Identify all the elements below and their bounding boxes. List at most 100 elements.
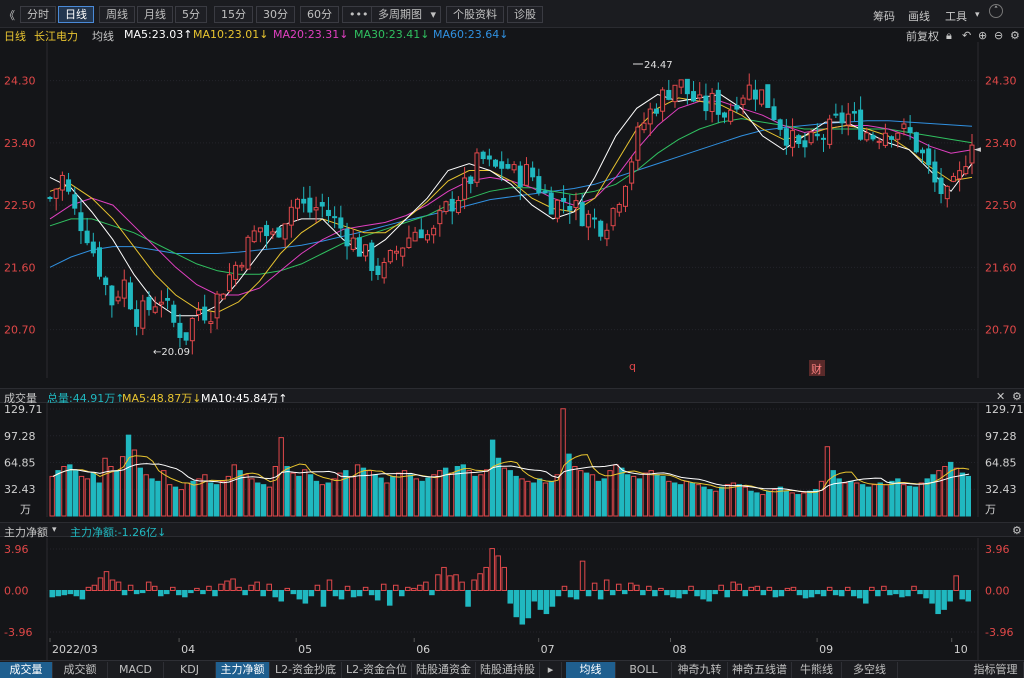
period-tab-15min[interactable]: 15分 — [214, 6, 253, 23]
volume-bar — [489, 439, 496, 517]
tab-macd[interactable]: MACD — [108, 662, 164, 678]
candle-body — [913, 132, 919, 153]
candle-body — [561, 198, 567, 202]
tab-boll[interactable]: BOLL — [616, 662, 672, 678]
candle-body — [196, 309, 202, 316]
period-tab-monthly[interactable]: 月线 — [137, 6, 173, 23]
tab-magic-five[interactable]: 神奇五线谱 — [728, 662, 792, 678]
volume-chart[interactable]: 129.71 129.71 97.28 97.28 64.85 64.85 32.43 32.… — [0, 403, 1024, 521]
volume-bar — [313, 480, 320, 517]
flow-bar — [79, 590, 86, 600]
flow-bar — [857, 590, 863, 599]
flow-bar — [212, 590, 218, 597]
main-flow-chart[interactable]: 3.96 3.96 0.00 0.00 -3.96 -3.96 2022/03 04 05 06… — [0, 538, 1024, 660]
tab-main-flow[interactable]: 主力净额 — [216, 662, 270, 678]
tab-hk-holding[interactable]: 陆股通持股 — [476, 662, 540, 678]
candle-body — [152, 306, 158, 313]
settings-icon[interactable]: ⚙ — [1010, 29, 1020, 42]
period-tab-60min[interactable]: 60分 — [300, 6, 339, 23]
flow-bar — [796, 590, 803, 596]
flow-bar — [772, 590, 779, 598]
candle-body — [233, 264, 239, 280]
candle-body — [424, 234, 430, 241]
flow-bar — [157, 590, 164, 597]
candle-body — [851, 111, 857, 114]
tab-volume[interactable]: 成交量 — [0, 662, 53, 678]
period-tab-daily[interactable]: 日线 — [58, 6, 94, 23]
price-tick-left: 21.60 — [4, 261, 36, 274]
flow-bar — [567, 590, 574, 598]
tabs-scroll-right-icon[interactable]: ▸ — [540, 662, 562, 678]
candle-body — [387, 250, 393, 263]
flow-bar — [507, 590, 514, 604]
candle-body — [282, 223, 288, 240]
candle-body — [84, 230, 90, 244]
candle-body — [938, 177, 944, 195]
flow-bar — [513, 590, 520, 618]
tab-indicator-manage[interactable]: 指标管理 — [968, 662, 1024, 678]
flow-chevron-icon[interactable]: ▾ — [52, 525, 57, 535]
candle-body — [462, 177, 468, 200]
tab-magic-nine[interactable]: 神奇九转 — [672, 662, 728, 678]
flow-bar — [188, 590, 194, 594]
candle-body — [505, 164, 511, 169]
candle-body — [288, 206, 294, 226]
x-tick-label: 07 — [541, 643, 555, 656]
candle-body — [455, 200, 461, 213]
volume-tick-left: 129.71 — [4, 403, 43, 416]
volume-bar — [748, 490, 754, 517]
ma10-value: MA10:23.01↓ — [193, 28, 269, 41]
volume-bar — [548, 480, 555, 517]
flow-bar — [760, 590, 767, 596]
lock-icon[interactable]: 🔒︎ — [946, 29, 952, 43]
volume-tick-left: 64.85 — [4, 457, 36, 470]
candle-body — [276, 227, 282, 238]
gear-icon[interactable]: ⚙ — [1012, 390, 1022, 403]
candle-body — [165, 297, 171, 301]
zoom-in-icon[interactable]: ⊕ — [978, 29, 987, 42]
toggle-up-icon[interactable]: ˄ — [989, 4, 1003, 18]
undo-icon[interactable]: ↶ — [962, 29, 971, 42]
tab-bull-bear[interactable]: 牛熊线 — [792, 662, 842, 678]
volume-bar — [531, 482, 537, 517]
volume-bar — [754, 492, 760, 517]
tab-l2-bottom[interactable]: L2-资金抄底 — [270, 662, 342, 678]
price-chart-bg — [0, 42, 1024, 388]
collapse-icon[interactable]: 《 — [4, 7, 15, 23]
flow-bar — [290, 590, 297, 595]
tab-hk-flow[interactable]: 陆股通资金 — [412, 662, 476, 678]
price-chart[interactable]: 24.30 24.30 23.40 23.40 22.50 22.50 21.60 21.60… — [0, 42, 1024, 388]
candle-body — [734, 104, 740, 110]
candle-body — [214, 293, 220, 319]
volume-tick-right: 129.71 — [985, 403, 1024, 416]
period-tab-intraday[interactable]: 分时 — [20, 6, 56, 23]
flow-bar — [429, 590, 435, 596]
chips-button[interactable]: 筹码 — [873, 8, 895, 24]
flow-bar — [573, 590, 580, 600]
volume-bar — [660, 475, 666, 517]
tab-l2-position[interactable]: L2-资金合位 — [342, 662, 412, 678]
tab-kdj[interactable]: KDJ — [164, 662, 216, 678]
flow-bar — [838, 590, 845, 597]
candle-body — [802, 140, 808, 148]
stock-profile-button[interactable]: 个股资料 — [446, 6, 504, 23]
tab-long-short[interactable]: 多空线 — [842, 662, 898, 678]
tools-button[interactable]: 工具 — [945, 8, 967, 24]
x-tick-label: 06 — [416, 643, 430, 656]
zoom-out-icon[interactable]: ⊖ — [994, 29, 1003, 42]
price-tick-right: 20.70 — [985, 324, 1017, 337]
draw-line-button[interactable]: 画线 — [908, 8, 930, 24]
flow-tick-right: 3.96 — [985, 543, 1010, 556]
tab-ma[interactable]: 均线 — [566, 662, 616, 678]
volume-bar — [284, 466, 290, 517]
gear-icon[interactable]: ⚙ — [1012, 524, 1022, 537]
period-tab-30min[interactable]: 30分 — [256, 6, 295, 23]
period-tab-weekly[interactable]: 周线 — [99, 6, 135, 23]
candle-body — [567, 205, 573, 211]
period-tab-5min[interactable]: 5分 — [175, 6, 207, 23]
stock-diagnose-button[interactable]: 诊股 — [507, 6, 543, 23]
multi-period-dropdown[interactable]: 多周期图 ▾ — [371, 6, 441, 23]
volume-bar — [260, 484, 267, 517]
tab-turnover[interactable]: 成交额 — [53, 662, 108, 678]
close-icon[interactable]: ✕ — [996, 390, 1005, 403]
